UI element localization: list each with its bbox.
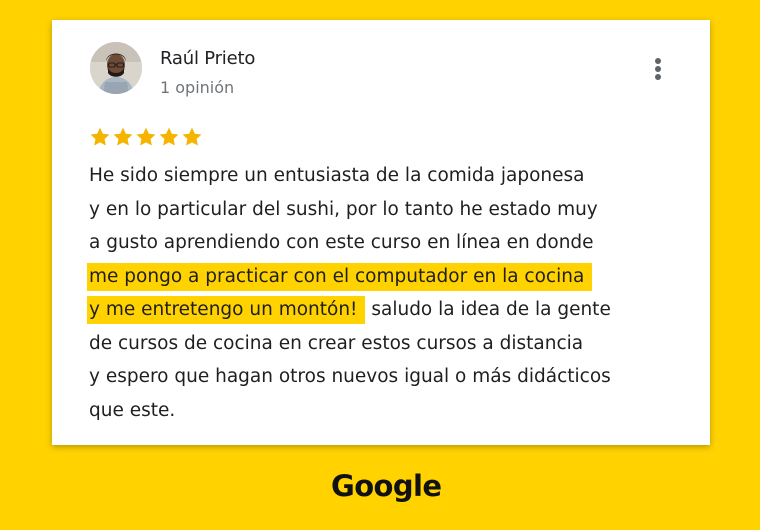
review-text-segment: de cursos de cocina en crear estos curso… (89, 332, 584, 354)
reviewer-name[interactable]: Raúl Prieto (160, 48, 255, 69)
review-text-segment: y espero que hagan otros nuevos igual o … (89, 366, 611, 387)
more-vert-icon-dot-1 (655, 58, 661, 64)
review-text-segment: y en lo particular del sushi, por lo tan… (89, 198, 598, 220)
star-icon (90, 127, 110, 146)
review-line: que este. (89, 394, 689, 428)
star-icon (182, 127, 202, 146)
review-line: me pongo a practicar con el computador e… (87, 260, 689, 294)
more-vert-icon-dot-3 (655, 74, 661, 80)
avatar-image (90, 42, 142, 94)
review-line: He sido siempre un entusiasta de la comi… (89, 159, 689, 193)
review-text-segment: que este. (89, 399, 176, 421)
avatar[interactable] (90, 42, 142, 94)
review-text: He sido siempre un entusiasta de la comi… (87, 159, 689, 428)
review-line: a gusto aprendiendo con este curso en lí… (89, 226, 689, 260)
highlighted-text: me pongo a practicar con el computador e… (87, 262, 593, 291)
more-options-button[interactable] (646, 56, 670, 82)
review-line: y espero que hagan otros nuevos igual o … (89, 360, 689, 394)
star-rating (89, 126, 203, 152)
star-icon (159, 127, 179, 146)
review-text-segment: a gusto aprendiendo con este curso en lí… (89, 232, 594, 253)
star-icon (136, 127, 156, 146)
review-line: y me entretengo un montón! saludo la ide… (87, 293, 689, 327)
star-icon (113, 127, 133, 146)
review-line: y en lo particular del sushi, por lo tan… (89, 193, 689, 227)
review-count: 1 opinión (160, 78, 235, 97)
google-logo: Google (331, 469, 442, 503)
review-text-segment: saludo la idea de la gente (365, 299, 611, 320)
review-text-segment: He sido siempre un entusiasta de la comi… (89, 165, 585, 186)
review-line: de cursos de cocina en crear estos curso… (89, 327, 689, 361)
highlighted-text: y me entretengo un montón! (87, 296, 366, 324)
review-card: Raúl Prieto 1 opinión He sido siempre un… (52, 20, 710, 445)
more-vert-icon-dot-2 (655, 66, 661, 72)
